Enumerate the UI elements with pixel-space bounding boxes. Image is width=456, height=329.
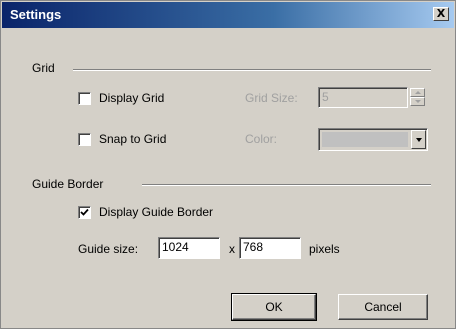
guide-height-input[interactable]: 768 [239, 237, 301, 259]
color-swatch [322, 132, 408, 147]
color-label: Color: [245, 132, 278, 146]
color-select[interactable] [318, 128, 428, 151]
color-dropdown-button[interactable] [411, 130, 426, 149]
grid-size-value: 5 [322, 90, 329, 104]
pixels-unit-label: pixels [309, 242, 340, 256]
grid-size-spinner[interactable] [410, 88, 425, 107]
settings-dialog: Settings X Grid Display Grid Grid Size: … [0, 0, 456, 329]
spin-down-button[interactable] [410, 97, 425, 106]
title-bar[interactable]: Settings X [2, 2, 454, 28]
window-title: Settings [10, 7, 62, 22]
guide-width-value: 1024 [162, 240, 189, 254]
checkmark-icon [80, 208, 89, 216]
guide-border-group-label: Guide Border [32, 177, 104, 191]
spin-up-button[interactable] [410, 88, 425, 97]
display-guide-border-checkbox[interactable] [78, 205, 91, 219]
guide-width-input[interactable]: 1024 [158, 237, 220, 259]
display-grid-checkbox[interactable] [78, 91, 91, 105]
close-icon: X [436, 7, 446, 20]
ok-button[interactable]: OK [231, 293, 317, 321]
display-grid-label: Display Grid [99, 91, 165, 105]
grid-size-input[interactable]: 5 [318, 87, 408, 108]
snap-to-grid-label: Snap to Grid [99, 132, 167, 146]
cancel-button[interactable]: Cancel [338, 294, 428, 320]
size-separator: x [229, 242, 235, 256]
display-grid-checkbox-row[interactable]: Display Grid [78, 91, 164, 105]
guide-size-label: Guide size: [78, 242, 139, 256]
grid-group-label: Grid [32, 61, 55, 75]
display-guide-border-checkbox-row[interactable]: Display Guide Border [78, 205, 213, 219]
arrow-up-icon [415, 91, 421, 94]
snap-to-grid-checkbox[interactable] [78, 132, 91, 146]
chevron-down-icon [416, 138, 422, 142]
display-guide-border-label: Display Guide Border [99, 205, 214, 219]
arrow-down-icon [415, 100, 421, 103]
grid-group-divider [73, 69, 431, 71]
snap-to-grid-checkbox-row[interactable]: Snap to Grid [78, 132, 166, 146]
grid-size-label: Grid Size: [245, 91, 298, 105]
guide-border-group-divider [142, 184, 431, 186]
guide-height-value: 768 [243, 240, 264, 254]
close-button[interactable]: X [433, 7, 449, 21]
